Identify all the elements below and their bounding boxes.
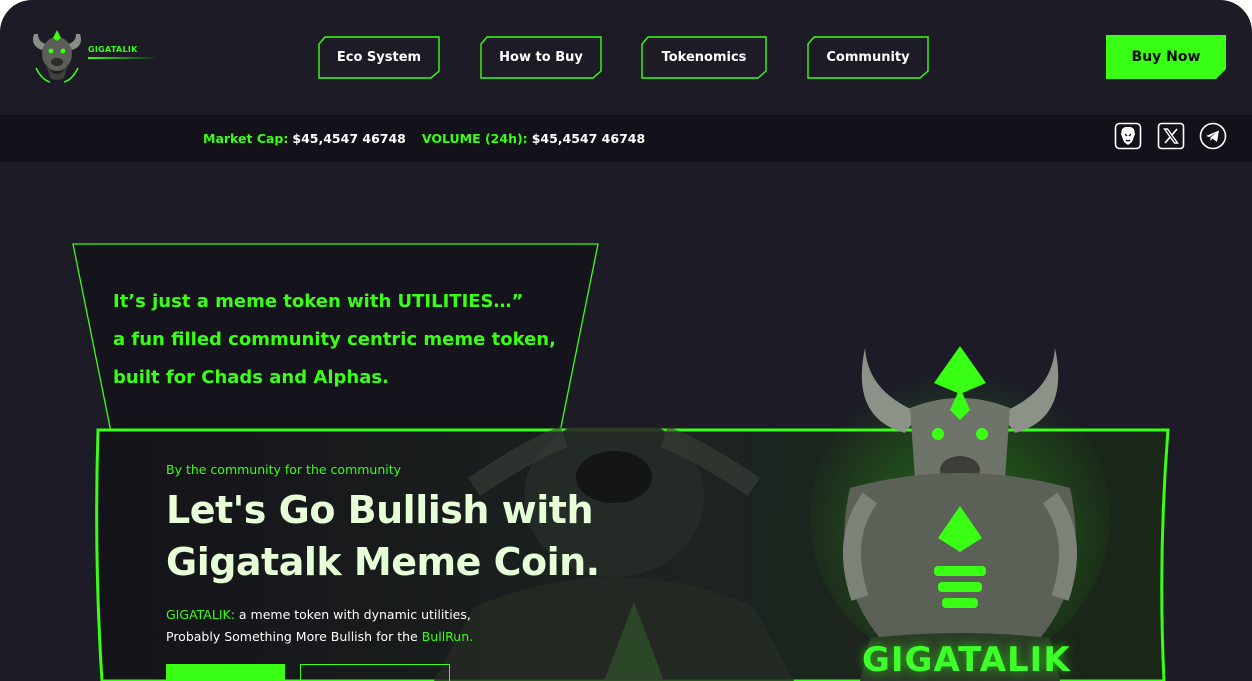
nav-how-to-buy[interactable]: How to Buy bbox=[480, 36, 602, 79]
nav-label: Tokenomics bbox=[661, 50, 747, 65]
tagline-line-2: a fun filled community centric meme toke… bbox=[113, 329, 556, 350]
buy-now-button[interactable]: Buy Now bbox=[1106, 35, 1226, 79]
page-frame: GIGATALIK Eco System How to Buy Tokenomi… bbox=[0, 0, 1252, 681]
telegram-icon[interactable] bbox=[1199, 122, 1227, 150]
nav-community[interactable]: Community bbox=[807, 36, 929, 79]
hero-desc-brand: GIGATALIK: bbox=[166, 607, 235, 622]
tagline-line-3: built for Chads and Alphas. bbox=[113, 367, 389, 388]
brave-lion-icon[interactable] bbox=[1114, 122, 1142, 150]
buy-now-label: Buy Now bbox=[1131, 49, 1201, 65]
hero-desc-text-1: a meme token with dynamic utilities, bbox=[234, 607, 471, 622]
market-stats: Market Cap: $45,4547 46748 VOLUME (24h):… bbox=[203, 115, 661, 162]
hero-desc-bullrun: BullRun. bbox=[421, 629, 474, 644]
hero-title-line-1: Let's Go Bullish with bbox=[166, 488, 594, 532]
nav-tokenomics[interactable]: Tokenomics bbox=[641, 36, 767, 79]
hero-eyebrow: By the community for the community bbox=[166, 462, 402, 477]
site-header: GIGATALIK Eco System How to Buy Tokenomi… bbox=[0, 0, 1252, 115]
tagline-line-1: It’s just a meme token with UTILITIES…” bbox=[113, 291, 524, 312]
tagline-panel: It’s just a meme token with UTILITIES…” … bbox=[72, 243, 599, 433]
bull-logo-icon bbox=[33, 30, 81, 83]
hero-primary-button[interactable] bbox=[166, 664, 285, 681]
bull-mascot-illustration bbox=[810, 346, 1110, 681]
volume-value: $45,4547 46748 bbox=[531, 131, 646, 146]
volume-label: VOLUME (24h): bbox=[421, 131, 528, 146]
hero-desc-line-2: Probably Something More Bullish for the … bbox=[166, 626, 473, 648]
hero-description: GIGATALIK: a meme token with dynamic uti… bbox=[166, 604, 473, 648]
nav-label: Eco System bbox=[336, 50, 422, 65]
hero-desc-line-1: GIGATALIK: a meme token with dynamic uti… bbox=[166, 604, 473, 626]
x-twitter-icon[interactable] bbox=[1157, 122, 1185, 150]
logo-wordmark: GIGATALIK bbox=[88, 45, 138, 54]
hero-desc-text-2: Probably Something More Bullish for the bbox=[166, 629, 422, 644]
nav-label: How to Buy bbox=[499, 50, 583, 65]
nav-label: Community bbox=[826, 50, 910, 65]
market-cap-label: Market Cap: bbox=[203, 131, 289, 146]
market-cap-value: $45,4547 46748 bbox=[292, 131, 406, 146]
tagline-text: It’s just a meme token with UTILITIES…” … bbox=[113, 283, 556, 397]
hero-secondary-button[interactable] bbox=[300, 664, 450, 681]
site-logo[interactable]: GIGATALIK bbox=[28, 24, 158, 86]
hero-title-line-2: Gigatalk Meme Coin. bbox=[166, 540, 600, 584]
nav-eco-system[interactable]: Eco System bbox=[318, 36, 440, 79]
hero-title: Let's Go Bullish with Gigatalk Meme Coin… bbox=[166, 484, 600, 588]
logo-underline bbox=[88, 57, 158, 59]
mascot-wordmark: GIGATALIK bbox=[862, 640, 1071, 680]
market-ticker-bar: Market Cap: $45,4547 46748 VOLUME (24h):… bbox=[0, 115, 1252, 162]
